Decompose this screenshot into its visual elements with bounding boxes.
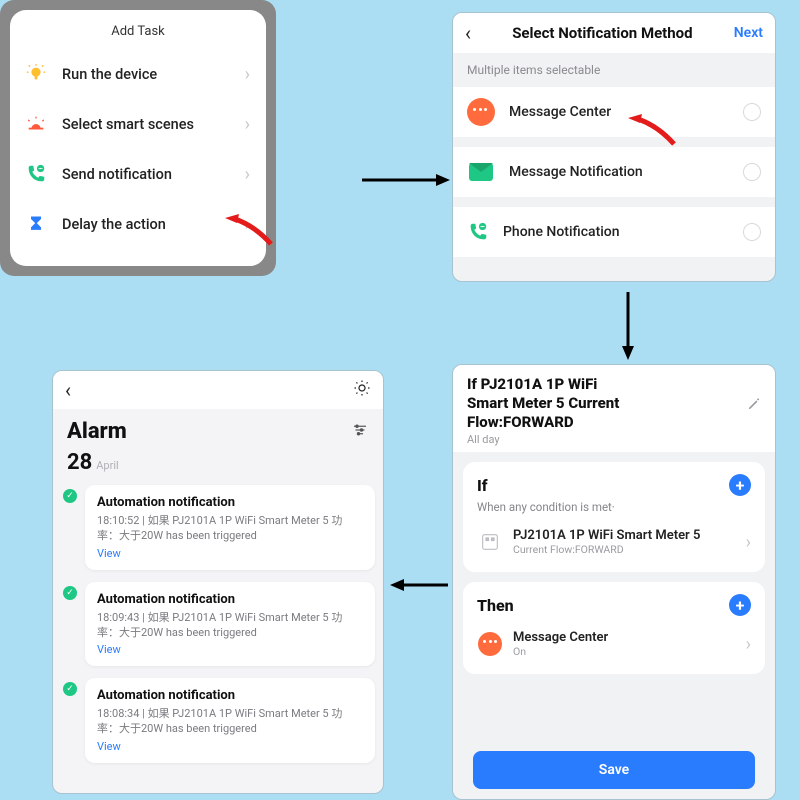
then-title: Then (477, 596, 729, 615)
check-dot-icon: ✓ (63, 682, 77, 696)
month-label: April (96, 459, 118, 472)
gear-icon[interactable] (353, 379, 371, 402)
list-item: ✓ Automation notification 18:10:52 | 如果 … (61, 485, 375, 570)
alarm-card-title: Automation notification (97, 688, 363, 703)
date-label: 28 April (53, 448, 383, 485)
filter-icon[interactable] (351, 421, 369, 443)
sunrise-icon (24, 112, 48, 136)
flow-arrow-right-icon (360, 170, 450, 190)
add-task-title: Add Task (10, 18, 266, 49)
condition-row[interactable]: PJ2101A 1P WiFi Smart Meter 5 Current Fl… (477, 514, 751, 566)
view-link[interactable]: View (97, 547, 363, 560)
panel2-subtitle: Multiple items selectable (453, 53, 775, 87)
flow-arrow-down-icon (618, 290, 638, 360)
phone-bubble-icon (24, 162, 48, 186)
action-row[interactable]: Message Center On › (477, 616, 751, 668)
condition-title: PJ2101A 1P WiFi Smart Meter 5 (513, 528, 746, 543)
task-row-run-device[interactable]: Run the device › (10, 49, 266, 99)
task-row-label: Send notification (62, 166, 245, 183)
notif-row-label: Message Notification (509, 164, 743, 180)
panel2-header: ‹ Select Notification Method Next (453, 13, 775, 53)
hourglass-icon (24, 212, 48, 236)
alarm-card-body: 18:08:34 | 如果 PJ2101A 1P WiFi Smart Mete… (97, 707, 363, 737)
phone-icon (467, 221, 489, 243)
day-number: 28 (67, 450, 92, 475)
add-condition-button[interactable]: + (729, 474, 751, 496)
radio-unchecked[interactable] (743, 163, 761, 181)
envelope-icon (467, 158, 495, 186)
notif-row-phone-notification[interactable]: Phone Notification (453, 207, 775, 257)
alarm-card-title: Automation notification (97, 592, 363, 607)
automation-config-panel: If PJ2101A 1P WiFi Smart Meter 5 Current… (452, 364, 776, 800)
next-button[interactable]: Next (734, 25, 763, 41)
chevron-right-icon: › (245, 114, 250, 135)
title-line: If PJ2101A 1P WiFi (467, 375, 597, 393)
chevron-right-icon: › (746, 532, 751, 553)
save-button[interactable]: Save (473, 751, 755, 789)
alarm-title: Alarm (67, 419, 351, 444)
list-item: ✓ Automation notification 18:09:43 | 如果 … (61, 582, 375, 667)
chevron-right-icon: › (746, 634, 751, 655)
list-item: ✓ Automation notification 18:08:34 | 如果 … (61, 678, 375, 763)
alarm-panel: ‹ Alarm 28 April ✓ Automation notificatio… (52, 370, 384, 794)
view-link[interactable]: View (97, 643, 363, 656)
if-card: If + When any condition is met· PJ2101A … (463, 462, 765, 572)
automation-title: If PJ2101A 1P WiFi Smart Meter 5 Current… (467, 375, 761, 431)
notif-row-label: Message Center (509, 104, 743, 120)
panel4-header: ‹ (53, 371, 383, 409)
notif-row-message-center[interactable]: Message Center (453, 87, 775, 137)
if-title: If (477, 476, 729, 495)
if-subtitle: When any condition is met· (477, 500, 751, 514)
pointer-arrow-icon (225, 214, 275, 248)
radio-unchecked[interactable] (743, 103, 761, 121)
check-dot-icon: ✓ (63, 489, 77, 503)
alarm-card-body: 18:10:52 | 如果 PJ2101A 1P WiFi Smart Mete… (97, 514, 363, 544)
add-action-button[interactable]: + (729, 594, 751, 616)
alarm-card-title: Automation notification (97, 495, 363, 510)
panel3-header: If PJ2101A 1P WiFi Smart Meter 5 Current… (453, 365, 775, 452)
message-bubble-icon (467, 98, 495, 126)
task-row-send-notification[interactable]: Send notification › (10, 149, 266, 199)
view-link[interactable]: View (97, 740, 363, 753)
edit-icon[interactable] (747, 397, 761, 415)
chevron-right-icon: › (245, 64, 250, 85)
then-card: Then + Message Center On › (463, 582, 765, 674)
title-line: Flow:FORWARD (467, 413, 574, 431)
pointer-arrow-icon (628, 114, 678, 148)
bulb-icon (24, 62, 48, 86)
task-row-label: Select smart scenes (62, 116, 245, 133)
alarm-card[interactable]: Automation notification 18:09:43 | 如果 PJ… (85, 582, 375, 667)
notif-row-label: Phone Notification (503, 224, 743, 240)
task-row-label: Run the device (62, 66, 245, 83)
action-sub: On (513, 645, 746, 658)
message-bubble-icon (477, 631, 503, 657)
back-button[interactable]: ‹ (65, 378, 71, 402)
task-row-label: Delay the action (62, 216, 245, 233)
title-line: Smart Meter 5 Current (467, 394, 619, 412)
select-notification-panel: ‹ Select Notification Method Next Multip… (452, 12, 776, 282)
all-day-label: All day (467, 433, 761, 446)
alarm-card[interactable]: Automation notification 18:08:34 | 如果 PJ… (85, 678, 375, 763)
alarm-card-body: 18:09:43 | 如果 PJ2101A 1P WiFi Smart Mete… (97, 611, 363, 641)
notif-row-message-notification[interactable]: Message Notification (453, 147, 775, 197)
check-dot-icon: ✓ (63, 586, 77, 600)
device-icon (477, 529, 503, 555)
condition-sub: Current Flow:FORWARD (513, 543, 746, 556)
task-row-smart-scenes[interactable]: Select smart scenes › (10, 99, 266, 149)
chevron-right-icon: › (245, 164, 250, 185)
alarm-card[interactable]: Automation notification 18:10:52 | 如果 PJ… (85, 485, 375, 570)
action-title: Message Center (513, 630, 746, 645)
radio-unchecked[interactable] (743, 223, 761, 241)
panel2-title: Select Notification Method (471, 24, 734, 42)
alarm-list: ✓ Automation notification 18:10:52 | 如果 … (53, 485, 383, 763)
flow-arrow-left-icon (390, 575, 450, 595)
